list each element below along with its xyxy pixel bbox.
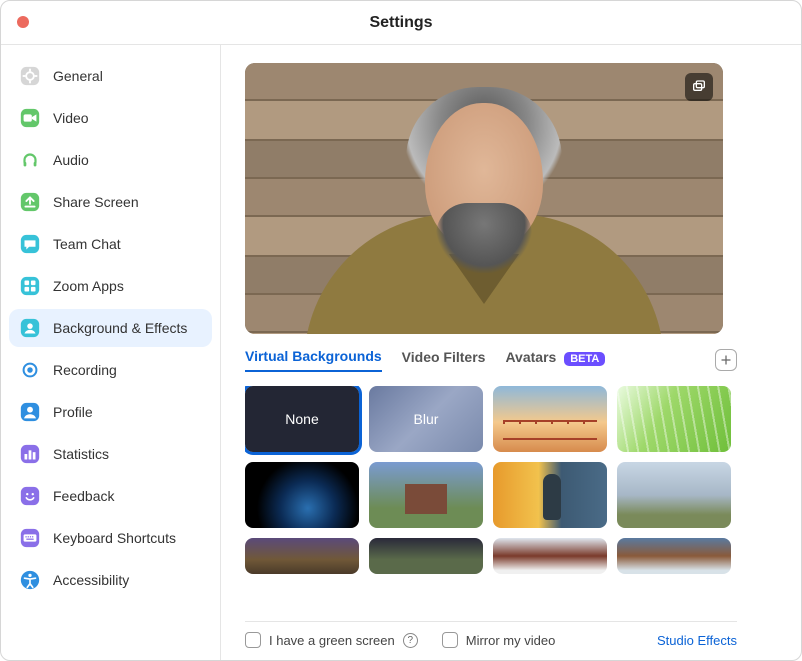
sidebar-item-profile[interactable]: Profile	[9, 393, 212, 431]
sidebar-item-background-effects[interactable]: Background & Effects	[9, 309, 212, 347]
sidebar-item-feedback[interactable]: Feedback	[9, 477, 212, 515]
chat-icon	[19, 233, 41, 255]
video-icon	[19, 107, 41, 129]
content-area: General Video Audio Share Screen Team Ch	[1, 45, 801, 660]
background-blur-label: Blur	[414, 411, 439, 427]
sidebar-item-recording[interactable]: Recording	[9, 351, 212, 389]
sidebar-item-label: Statistics	[53, 446, 109, 462]
titlebar: Settings	[1, 1, 801, 45]
sidebar: General Video Audio Share Screen Team Ch	[1, 45, 221, 660]
recording-icon	[19, 359, 41, 381]
close-window-button[interactable]	[17, 16, 29, 28]
background-option-night-campus[interactable]	[369, 538, 483, 574]
sidebar-item-label: Profile	[53, 404, 93, 420]
backgrounds-grid-wrapper: None Blur	[245, 386, 745, 596]
sidebar-item-general[interactable]: General	[9, 57, 212, 95]
mirror-video-checkbox[interactable]: Mirror my video	[442, 632, 556, 648]
background-option-snowy-house[interactable]	[617, 538, 731, 574]
sidebar-item-team-chat[interactable]: Team Chat	[9, 225, 212, 263]
sidebar-item-label: Video	[53, 110, 89, 126]
green-screen-label: I have a green screen	[269, 633, 395, 648]
sidebar-item-keyboard-shortcuts[interactable]: Keyboard Shortcuts	[9, 519, 212, 557]
footer-row: I have a green screen ? Mirror my video …	[245, 621, 737, 648]
sidebar-item-statistics[interactable]: Statistics	[9, 435, 212, 473]
share-screen-icon	[19, 191, 41, 213]
plus-icon	[720, 354, 732, 366]
background-option-grass[interactable]	[617, 386, 731, 452]
backgrounds-grid: None Blur	[245, 386, 735, 574]
background-option-campus-building[interactable]	[369, 462, 483, 528]
background-icon	[19, 317, 41, 339]
video-preview	[245, 63, 723, 334]
background-option-golden-gate[interactable]	[493, 386, 607, 452]
sidebar-item-zoom-apps[interactable]: Zoom Apps	[9, 267, 212, 305]
sidebar-item-label: Feedback	[53, 488, 114, 504]
window-title: Settings	[369, 14, 432, 32]
tab-video-filters[interactable]: Video Filters	[402, 349, 486, 371]
sidebar-item-label: General	[53, 68, 103, 84]
background-option-mountain-town[interactable]	[617, 462, 731, 528]
sidebar-item-label: Audio	[53, 152, 89, 168]
background-option-none[interactable]: None	[245, 386, 359, 452]
tab-avatars[interactable]: Avatars BETA	[505, 349, 605, 371]
gear-icon	[19, 65, 41, 87]
sidebar-item-label: Keyboard Shortcuts	[53, 530, 176, 546]
statistics-icon	[19, 443, 41, 465]
background-option-sunset-campus[interactable]	[245, 538, 359, 574]
tabs-row: Virtual Backgrounds Video Filters Avatar…	[245, 348, 737, 372]
sidebar-item-label: Background & Effects	[53, 320, 187, 336]
background-option-blur[interactable]: Blur	[369, 386, 483, 452]
add-background-button[interactable]	[715, 349, 737, 371]
background-option-winter-building[interactable]	[493, 538, 607, 574]
keyboard-icon	[19, 527, 41, 549]
background-option-statue-autumn[interactable]	[493, 462, 607, 528]
background-none-label: None	[285, 411, 318, 427]
rotate-icon	[691, 79, 707, 95]
feedback-icon	[19, 485, 41, 507]
sidebar-item-audio[interactable]: Audio	[9, 141, 212, 179]
checkbox-box	[245, 632, 261, 648]
sidebar-item-label: Share Screen	[53, 194, 139, 210]
studio-effects-link[interactable]: Studio Effects	[657, 633, 737, 648]
tab-avatars-label: Avatars	[505, 349, 556, 365]
profile-icon	[19, 401, 41, 423]
sidebar-item-label: Zoom Apps	[53, 278, 124, 294]
rotate-camera-button[interactable]	[685, 73, 713, 101]
help-icon[interactable]: ?	[403, 633, 418, 648]
main-panel: Virtual Backgrounds Video Filters Avatar…	[221, 45, 801, 660]
sidebar-item-label: Team Chat	[53, 236, 121, 252]
accessibility-icon	[19, 569, 41, 591]
beta-badge: BETA	[564, 352, 605, 366]
apps-icon	[19, 275, 41, 297]
checkbox-box	[442, 632, 458, 648]
sidebar-item-share-screen[interactable]: Share Screen	[9, 183, 212, 221]
background-option-earth[interactable]	[245, 462, 359, 528]
headphones-icon	[19, 149, 41, 171]
tab-virtual-backgrounds[interactable]: Virtual Backgrounds	[245, 348, 382, 372]
sidebar-item-label: Recording	[53, 362, 117, 378]
sidebar-item-label: Accessibility	[53, 572, 129, 588]
preview-person-beard	[436, 203, 532, 273]
green-screen-checkbox[interactable]: I have a green screen ?	[245, 632, 418, 648]
sidebar-item-video[interactable]: Video	[9, 99, 212, 137]
mirror-video-label: Mirror my video	[466, 633, 556, 648]
sidebar-item-accessibility[interactable]: Accessibility	[9, 561, 212, 599]
